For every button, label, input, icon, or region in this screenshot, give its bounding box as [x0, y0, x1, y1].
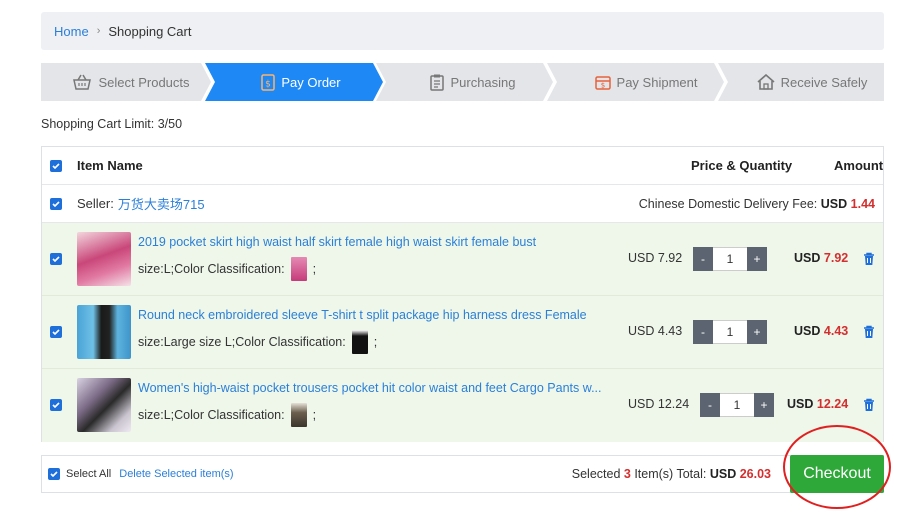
- quantity-input[interactable]: 1: [720, 393, 754, 417]
- checkout-button[interactable]: Checkout: [790, 455, 884, 493]
- delete-selected-link[interactable]: Delete Selected item(s): [119, 468, 233, 480]
- item-checkbox[interactable]: [50, 326, 62, 338]
- item-amount-value: 12.24: [816, 397, 849, 411]
- trash-icon[interactable]: [863, 252, 875, 266]
- step-label: Receive Safely: [780, 74, 868, 90]
- item-unit-price: USD 4.43: [628, 324, 683, 338]
- item-unit-price: USD 12.24: [628, 397, 690, 411]
- cart-item-row: Round neck embroidered sleeve T-shirt t …: [42, 296, 883, 369]
- item-checkbox[interactable]: [50, 253, 62, 265]
- delivery-fee-value: 1.44: [850, 196, 875, 211]
- shipment-payment-icon: $: [594, 74, 611, 90]
- cart-table-header: Item Name Price & Quantity Amount: [42, 147, 883, 185]
- select-all-header-checkbox[interactable]: [50, 159, 62, 172]
- quantity-decrease-button[interactable]: -: [700, 393, 720, 417]
- svg-text:$: $: [600, 82, 604, 90]
- delivery-fee-label: Chinese Domestic Delivery Fee:: [638, 196, 818, 211]
- cart-item-row: Women's high-waist pocket trousers pocke…: [42, 369, 883, 442]
- breadcrumb: Home › Shopping Cart: [41, 12, 884, 50]
- item-amount-currency: USD: [794, 324, 821, 338]
- column-header-amount: Amount: [834, 158, 884, 173]
- selected-count: 3: [623, 467, 631, 481]
- item-title-link[interactable]: Women's high-waist pocket trousers pocke…: [138, 381, 601, 395]
- select-all-checkbox[interactable]: [48, 468, 60, 480]
- item-amount-currency: USD: [787, 397, 814, 411]
- quantity-stepper: - 1 +: [700, 393, 774, 417]
- quantity-increase-button[interactable]: +: [754, 393, 774, 417]
- item-properties-end: ;: [312, 262, 317, 276]
- cart-footer: Select All Delete Selected item(s) Selec…: [41, 455, 884, 493]
- step-label: Purchasing: [450, 74, 516, 90]
- item-properties-text: size:L;Color Classification:: [138, 262, 285, 276]
- cart-item-row: 2019 pocket skirt high waist half skirt …: [42, 223, 883, 296]
- selected-prefix: Selected: [571, 467, 621, 481]
- item-amount-value: 4.43: [823, 324, 849, 338]
- breadcrumb-home-link[interactable]: Home: [54, 24, 89, 39]
- total-currency: USD: [709, 467, 737, 481]
- color-swatch-image: [290, 403, 307, 427]
- column-header-price-quantity: Price & Quantity: [691, 158, 793, 173]
- breadcrumb-separator: ›: [96, 25, 101, 37]
- seller-name-link[interactable]: 万货大卖场715: [118, 194, 205, 213]
- quantity-decrease-button[interactable]: -: [693, 247, 713, 271]
- item-amount: USD 4.43: [794, 324, 848, 338]
- step-select-products: Select Products: [61, 63, 201, 101]
- item-properties-end: ;: [373, 335, 378, 349]
- quantity-increase-button[interactable]: +: [747, 320, 767, 344]
- breadcrumb-current: Shopping Cart: [108, 23, 192, 39]
- item-properties: size:L;Color Classification: ;: [138, 257, 316, 281]
- item-properties-text: size:Large size L;Color Classification:: [138, 335, 346, 349]
- total-value: 26.03: [739, 467, 771, 481]
- item-properties: size:Large size L;Color Classification: …: [138, 330, 377, 354]
- cart-limit-text: Shopping Cart Limit: 3/50: [41, 117, 183, 131]
- item-amount-value: 7.92: [823, 251, 849, 265]
- seller-label: Seller:: [77, 196, 114, 211]
- selected-suffix: Item(s) Total:: [634, 467, 707, 481]
- item-amount: USD 7.92: [794, 251, 848, 265]
- item-amount: USD 12.24: [787, 397, 848, 411]
- home-icon: [757, 74, 775, 90]
- item-thumbnail[interactable]: [77, 232, 131, 286]
- item-title-link[interactable]: Round neck embroidered sleeve T-shirt t …: [138, 308, 587, 322]
- item-properties-text: size:L;Color Classification:: [138, 408, 285, 422]
- delivery-fee-currency: USD: [820, 196, 848, 211]
- step-label: Pay Order: [281, 74, 341, 90]
- payment-icon: $: [261, 73, 276, 91]
- basket-icon: [72, 74, 92, 90]
- seller-row: Seller: 万货大卖场715 Chinese Domestic Delive…: [42, 185, 883, 223]
- quantity-increase-button[interactable]: +: [747, 247, 767, 271]
- trash-icon[interactable]: [863, 398, 875, 412]
- order-summary: Selected 3 Item(s) Total: USD 26.03: [572, 467, 771, 481]
- quantity-stepper: - 1 +: [693, 320, 767, 344]
- quantity-input[interactable]: 1: [713, 247, 747, 271]
- step-receive-safely: Receive Safely: [747, 63, 877, 101]
- svg-text:$: $: [266, 79, 272, 89]
- item-unit-price: USD 7.92: [628, 251, 683, 265]
- item-thumbnail[interactable]: [77, 378, 131, 432]
- order-progress-steps: Select Products $ Pay Order Purchasing $…: [41, 63, 884, 101]
- item-properties: size:L;Color Classification: ;: [138, 403, 316, 427]
- step-purchasing: Purchasing: [413, 63, 533, 101]
- color-swatch-image: [290, 257, 307, 281]
- trash-icon[interactable]: [863, 325, 875, 339]
- quantity-stepper: - 1 +: [693, 247, 767, 271]
- domestic-delivery-fee: Chinese Domestic Delivery Fee: USD 1.44: [639, 197, 875, 211]
- quantity-decrease-button[interactable]: -: [693, 320, 713, 344]
- item-checkbox[interactable]: [50, 399, 62, 411]
- item-title-link[interactable]: 2019 pocket skirt high waist half skirt …: [138, 235, 536, 249]
- item-thumbnail[interactable]: [77, 305, 131, 359]
- cart-table: Item Name Price & Quantity Amount Seller…: [41, 146, 884, 442]
- step-pay-order: $ Pay Order: [241, 63, 361, 101]
- clipboard-icon: [430, 74, 445, 91]
- item-amount-currency: USD: [794, 251, 821, 265]
- item-properties-end: ;: [312, 408, 317, 422]
- step-label: Pay Shipment: [616, 74, 698, 90]
- step-pay-shipment: $ Pay Shipment: [581, 63, 711, 101]
- step-label: Select Products: [98, 74, 190, 90]
- quantity-input[interactable]: 1: [713, 320, 747, 344]
- select-all-label[interactable]: Select All: [66, 468, 111, 480]
- color-swatch-image: [351, 330, 368, 354]
- seller-checkbox[interactable]: [50, 197, 62, 210]
- column-header-item-name: Item Name: [77, 158, 143, 173]
